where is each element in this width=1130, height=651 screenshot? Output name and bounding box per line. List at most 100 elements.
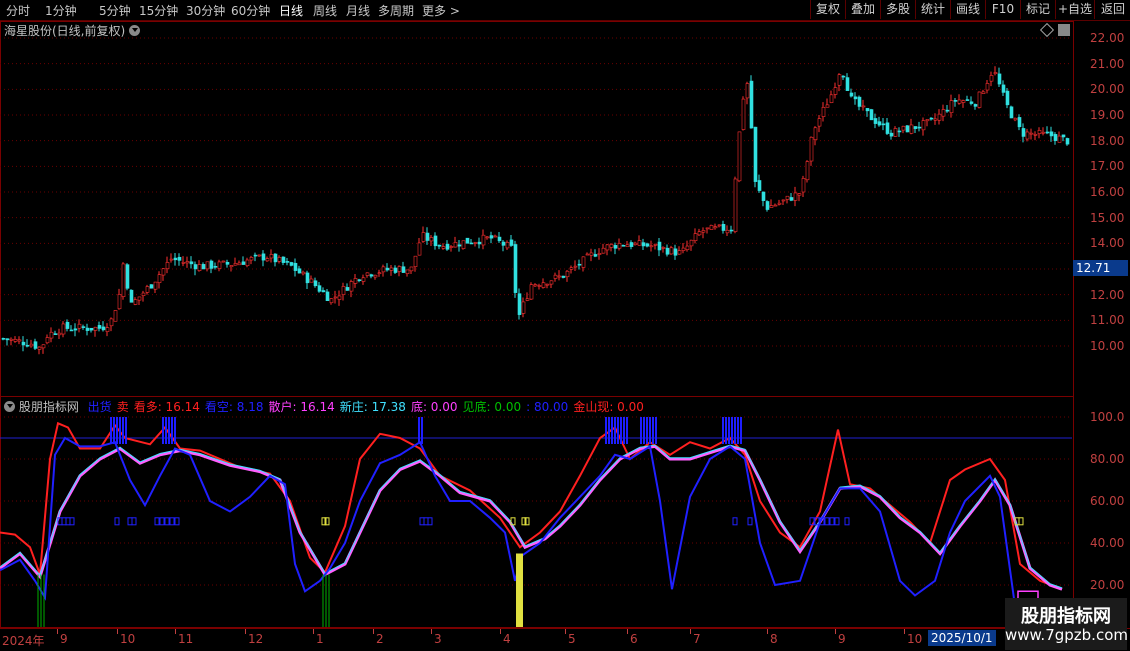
candle-body bbox=[325, 291, 330, 301]
candle-body bbox=[709, 225, 714, 230]
candle-body bbox=[277, 257, 282, 262]
candle-body bbox=[121, 263, 126, 297]
x-tick-mark bbox=[117, 629, 118, 634]
tab-daily[interactable]: 日线 bbox=[279, 2, 303, 19]
y-tick-label: 40.00 bbox=[1090, 536, 1125, 550]
sell-bar bbox=[125, 417, 127, 444]
signal-marker bbox=[69, 517, 75, 526]
candle-body bbox=[369, 274, 374, 277]
candle-body bbox=[41, 344, 46, 349]
candle-body bbox=[537, 285, 542, 287]
tab-more[interactable]: 更多 > bbox=[422, 2, 460, 19]
candle-body bbox=[173, 257, 178, 261]
multi-stock-button[interactable]: 多股 bbox=[880, 0, 915, 19]
signal-marker bbox=[732, 517, 738, 526]
candle-body bbox=[713, 226, 718, 229]
candle-body bbox=[553, 274, 558, 279]
candle-body bbox=[109, 318, 114, 327]
candle-body bbox=[1021, 128, 1026, 137]
tab-monthly[interactable]: 月线 bbox=[346, 2, 370, 19]
candle-body bbox=[89, 327, 94, 331]
tab-1min[interactable]: 1分钟 bbox=[45, 2, 77, 19]
x-tick-label: 10 bbox=[907, 632, 923, 646]
signal-marker bbox=[154, 517, 160, 526]
candle-body bbox=[773, 204, 778, 207]
overlay-button[interactable]: 叠加 bbox=[845, 0, 880, 19]
candle-body bbox=[349, 281, 354, 292]
candle-body bbox=[165, 262, 170, 270]
candle-body bbox=[725, 229, 730, 234]
candle-body bbox=[225, 261, 230, 265]
x-tick-mark bbox=[57, 629, 58, 634]
x-tick-label: 4 bbox=[503, 632, 511, 646]
y-tick-label: 100.0 bbox=[1090, 410, 1125, 424]
candle-body bbox=[697, 231, 702, 236]
candle-body bbox=[637, 240, 642, 246]
tab-15min[interactable]: 15分钟 bbox=[139, 2, 178, 19]
tab-multi-period[interactable]: 多周期 bbox=[378, 2, 414, 19]
candle-body bbox=[409, 266, 414, 272]
candle-body bbox=[933, 118, 938, 121]
candle-body bbox=[905, 125, 910, 133]
candle-body bbox=[849, 92, 854, 97]
candle-body bbox=[917, 126, 922, 129]
candle-body bbox=[765, 201, 770, 210]
stats-button[interactable]: 统计 bbox=[915, 0, 950, 19]
candle-body bbox=[113, 310, 118, 322]
back-button[interactable]: 返回 bbox=[1094, 0, 1130, 19]
candle-body bbox=[673, 248, 678, 256]
candle-body bbox=[1025, 131, 1030, 140]
f10-button[interactable]: F10 bbox=[985, 0, 1020, 19]
candle-body bbox=[901, 125, 906, 131]
add-watchlist-button[interactable]: +自选 bbox=[1055, 0, 1094, 19]
candle-body bbox=[681, 247, 686, 251]
candle-body bbox=[705, 227, 710, 230]
y-tick-label: 11.00 bbox=[1090, 313, 1125, 328]
signal-marker bbox=[114, 517, 120, 526]
candle-body bbox=[793, 192, 798, 201]
sell-bar bbox=[646, 417, 648, 444]
candle-body bbox=[101, 326, 106, 331]
sell-bar bbox=[162, 417, 164, 444]
candle-body bbox=[341, 286, 346, 295]
candle-body bbox=[45, 337, 50, 344]
signal-marker bbox=[159, 517, 165, 526]
candle-body bbox=[521, 301, 526, 314]
tab-5min[interactable]: 5分钟 bbox=[99, 2, 131, 19]
sell-bar bbox=[643, 417, 645, 444]
candle-body bbox=[501, 241, 506, 246]
candle-body bbox=[601, 247, 606, 254]
mark-button[interactable]: 标记 bbox=[1020, 0, 1055, 19]
candle-body bbox=[441, 246, 446, 249]
signal-marker bbox=[427, 517, 433, 526]
candle-body bbox=[57, 332, 62, 336]
tab-60min[interactable]: 60分钟 bbox=[231, 2, 270, 19]
tab-weekly[interactable]: 周线 bbox=[313, 2, 337, 19]
sell-bar bbox=[165, 417, 167, 444]
candle-body bbox=[245, 259, 250, 267]
tab-fenshi[interactable]: 分时 bbox=[6, 2, 30, 19]
sell-bar bbox=[737, 417, 739, 444]
candle-body bbox=[425, 232, 430, 241]
fuquan-button[interactable]: 复权 bbox=[810, 0, 845, 19]
candle-body bbox=[889, 132, 894, 137]
x-tick-mark bbox=[373, 629, 374, 634]
signal-marker bbox=[1018, 517, 1024, 526]
candle-body bbox=[281, 256, 286, 263]
candle-body bbox=[985, 83, 990, 91]
candle-body bbox=[825, 104, 830, 108]
x-tick-mark bbox=[904, 629, 905, 634]
signal-marker bbox=[423, 517, 429, 526]
cursor-date-tag: 2025/10/1 bbox=[928, 630, 996, 646]
candle-body bbox=[153, 281, 158, 290]
candle-body bbox=[421, 232, 426, 242]
candle-body bbox=[241, 261, 246, 265]
draw-line-button[interactable]: 画线 bbox=[950, 0, 985, 19]
candle-body bbox=[13, 338, 18, 342]
candle-body bbox=[209, 260, 214, 269]
sell-bar bbox=[171, 417, 173, 444]
candle-body bbox=[117, 294, 122, 310]
candle-body bbox=[129, 289, 134, 303]
candle-body bbox=[941, 109, 946, 117]
tab-30min[interactable]: 30分钟 bbox=[186, 2, 225, 19]
